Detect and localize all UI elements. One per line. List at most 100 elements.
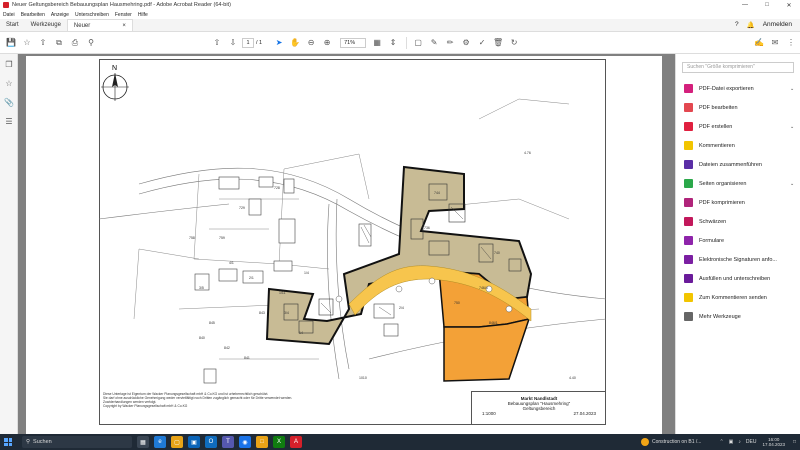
tab-document[interactable]: Neuer Geltungsber... ×	[66, 19, 133, 41]
plan-title-block: Markt Nandlstadt Bebauungsplan "Hausmehr…	[471, 391, 606, 425]
network-icon[interactable]: ▣	[729, 439, 734, 445]
outlook-icon[interactable]: O	[205, 436, 217, 448]
zoom-out-icon[interactable]: ⊖	[304, 36, 318, 50]
tool-label: Dateien zusammenführen	[699, 161, 762, 168]
save-icon[interactable]: 💾	[4, 36, 18, 50]
copyright-notes: Diese Unterlage ist Eigentum der Wacker …	[103, 392, 303, 408]
menu-datei[interactable]: Datei	[3, 12, 15, 18]
chevron-down-icon[interactable]: ⌄	[790, 86, 800, 92]
help-icon[interactable]: ?	[735, 21, 739, 28]
chevron-down-icon[interactable]: ⌄	[790, 124, 800, 130]
plan-number: 1010	[359, 376, 367, 380]
scroll-mode-icon[interactable]: ⇕	[386, 36, 400, 50]
maximize-button[interactable]: □	[756, 0, 778, 10]
rotate-icon[interactable]: ↻	[507, 36, 521, 50]
stamp-icon[interactable]: ⚙	[459, 36, 473, 50]
acrobat-icon[interactable]: A	[290, 436, 302, 448]
menu-anzeige[interactable]: Anzeige	[51, 12, 69, 18]
zoom-in-icon[interactable]: ⊕	[320, 36, 334, 50]
tool-item[interactable]: Mehr Werkzeuge	[676, 307, 800, 326]
tab-werkzeuge[interactable]: Werkzeuge	[25, 19, 67, 31]
tool-item[interactable]: Dateien zusammenführen	[676, 155, 800, 174]
folder-icon[interactable]: □	[256, 436, 268, 448]
login-button[interactable]: Anmelden	[763, 21, 792, 28]
north-label: N	[112, 65, 117, 72]
attachment-icon[interactable]: 📎	[3, 98, 15, 110]
minimize-button[interactable]: —	[734, 0, 756, 10]
tool-icon	[684, 122, 693, 131]
teams-icon[interactable]: T	[222, 436, 234, 448]
tool-icon	[684, 236, 693, 245]
tool-item[interactable]: PDF bearbeiten	[676, 98, 800, 117]
bookmark-icon[interactable]: ☆	[3, 79, 15, 91]
find-icon[interactable]: ⚲	[84, 36, 98, 50]
task-view-icon[interactable]: ▦	[137, 436, 149, 448]
page-up-icon[interactable]: ⇧	[210, 36, 224, 50]
tool-item[interactable]: PDF-Datei exportieren ⌄	[676, 79, 800, 98]
tool-item[interactable]: PDF komprimieren	[676, 193, 800, 212]
highlight-icon[interactable]: ✏	[443, 36, 457, 50]
menu-hilfe[interactable]: Hilfe	[138, 12, 148, 18]
plan-number: 843	[259, 311, 265, 315]
pen-icon[interactable]: ✎	[427, 36, 441, 50]
menu-bearbeiten[interactable]: Bearbeiten	[21, 12, 45, 18]
close-button[interactable]: ✕	[778, 0, 800, 10]
tools-search-input[interactable]: Suchen "Größe komprimieren"	[682, 62, 794, 73]
chevron-up-icon[interactable]: ⌃	[719, 439, 723, 445]
excel-icon[interactable]: X	[273, 436, 285, 448]
bell-icon[interactable]: 🔔	[747, 21, 755, 29]
plan-number: 842	[224, 346, 230, 350]
start-button[interactable]	[0, 434, 16, 450]
tool-item[interactable]: Elektronische Signaturen anfo...	[676, 250, 800, 269]
comment-icon[interactable]: ▢	[411, 36, 425, 50]
tab-close-icon[interactable]: ×	[122, 20, 126, 31]
trash-icon[interactable]: 🗑	[491, 36, 505, 50]
sign-icon[interactable]: ✓	[475, 36, 489, 50]
menu-unterschreiben[interactable]: Unterschreiben	[75, 12, 109, 18]
page-down-icon[interactable]: ⇩	[226, 36, 240, 50]
edge-icon[interactable]: e	[154, 436, 166, 448]
store-icon[interactable]: ▣	[188, 436, 200, 448]
tool-item[interactable]: Zum Kommentieren senden	[676, 288, 800, 307]
weather-text: Construction on B1 /...	[651, 439, 702, 445]
tab-start[interactable]: Start	[0, 19, 25, 31]
tool-item[interactable]: Kommentieren	[676, 136, 800, 155]
tool-item[interactable]: Formulare	[676, 231, 800, 250]
more-icon[interactable]: ⋮	[784, 36, 798, 50]
share-icon[interactable]: ⧉	[52, 36, 66, 50]
tool-item[interactable]: PDF erstellen ⌄	[676, 117, 800, 136]
chrome-icon[interactable]: ◉	[239, 436, 251, 448]
plan-number: 728	[274, 186, 280, 190]
notification-icon[interactable]: □	[793, 439, 796, 445]
file-explorer-icon[interactable]: ▢	[171, 436, 183, 448]
taskbar-search[interactable]: ⚲ Suchen	[22, 436, 132, 448]
page-thumbnails-icon[interactable]: ❐	[3, 60, 15, 72]
print-icon[interactable]: ⎙	[68, 36, 82, 50]
tool-item[interactable]: Seiten organisieren ⌄	[676, 174, 800, 193]
hand-icon[interactable]: ✋	[288, 36, 302, 50]
plan-number: 1/11	[279, 291, 286, 295]
volume-icon[interactable]: ♪	[738, 439, 741, 445]
weather-widget[interactable]: Construction on B1 /...	[640, 438, 702, 446]
zoom-select[interactable]: 71%	[340, 37, 367, 48]
upload-icon[interactable]: ⇧	[36, 36, 50, 50]
tool-label: PDF komprimieren	[699, 199, 745, 206]
plan-number: 740	[494, 251, 500, 255]
clock[interactable]: 16:00 17.04.2023	[762, 437, 785, 448]
tool-item[interactable]: Schwärzen	[676, 212, 800, 231]
plan-number: 1/4	[304, 271, 309, 275]
mail-icon[interactable]: ✉	[768, 36, 782, 50]
fit-page-icon[interactable]: ▦	[370, 36, 384, 50]
chevron-down-icon[interactable]: ⌄	[790, 181, 800, 187]
page-number-input[interactable]: 1	[242, 37, 254, 48]
layers-icon[interactable]: ☰	[3, 117, 15, 129]
document-viewport[interactable]: N 4.76 4.40 728 740 744 736 746/4 750 10…	[18, 54, 675, 434]
tool-item[interactable]: Ausfüllen und unterschreiben	[676, 269, 800, 288]
menu-fenster[interactable]: Fenster	[115, 12, 132, 18]
select-pointer-icon[interactable]: ➤	[272, 36, 286, 50]
signature-icon[interactable]: ✍	[752, 36, 766, 50]
star-icon[interactable]: ☆	[20, 36, 34, 50]
acrobat-logo-icon	[3, 2, 9, 8]
language-indicator[interactable]: DEU	[746, 439, 757, 445]
tool-label: Seiten organisieren	[699, 180, 747, 187]
